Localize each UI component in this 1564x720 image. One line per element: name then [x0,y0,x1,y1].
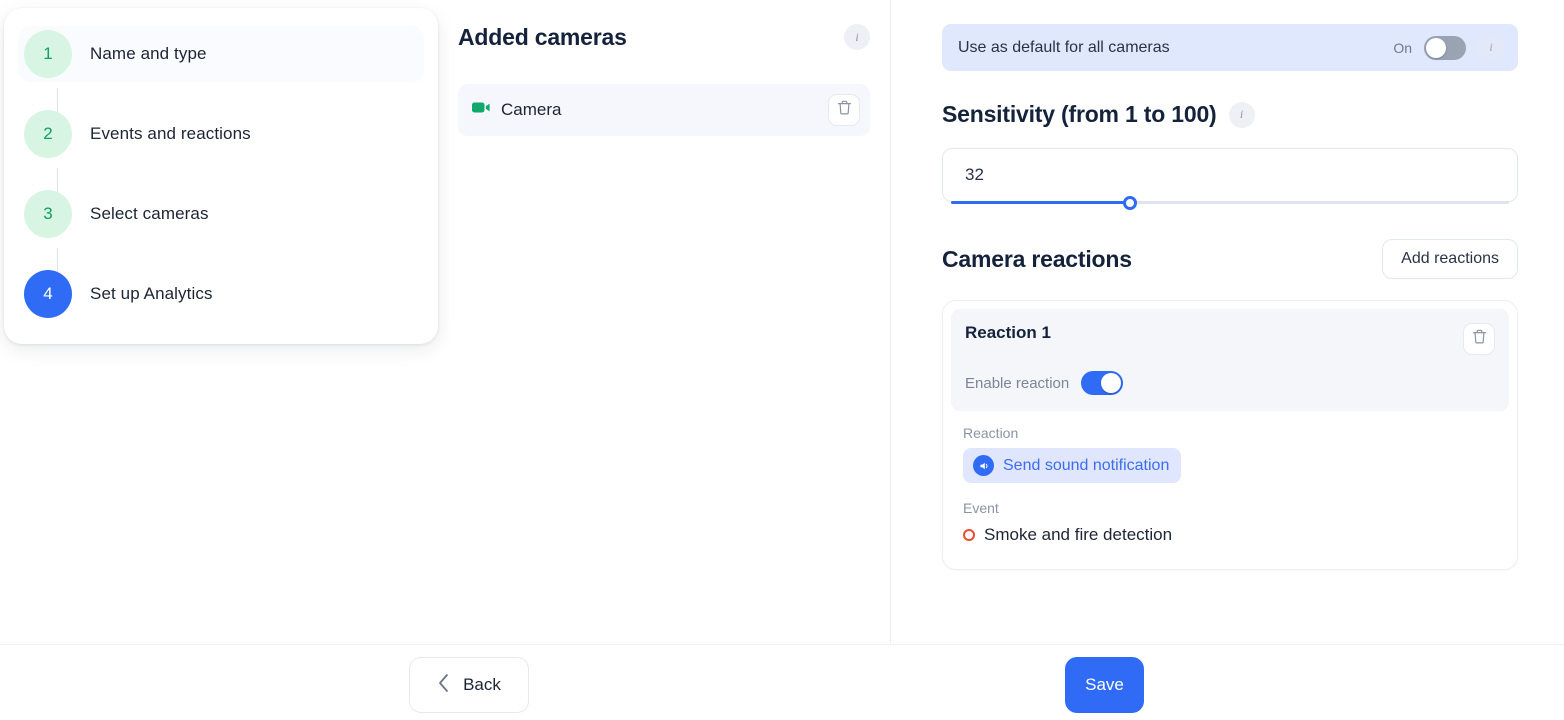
chevron-left-icon [437,673,450,698]
sensitivity-header: Sensitivity (from 1 to 100) i [942,101,1518,128]
stepper-item-name-and-type[interactable]: 1 Name and type [18,26,424,82]
added-cameras-panel: Added cameras i Camera [458,0,890,644]
analytics-settings-panel: Use as default for all cameras On i Sens… [942,0,1518,644]
step-label-3: Select cameras [90,204,209,224]
use-as-default-banner: Use as default for all cameras On i [942,24,1518,71]
step-badge-4: 4 [24,270,72,318]
use-as-default-controls: On i [1393,35,1504,61]
camera-item-name: Camera [501,100,561,120]
back-button-label: Back [463,675,501,695]
wizard-footer: Back Save [0,644,1564,720]
toggle-knob [1426,38,1446,58]
sensitivity-input-wrapper[interactable]: 32 [942,148,1518,202]
info-icon-use-as-default[interactable]: i [1478,35,1504,61]
use-as-default-label: Use as default for all cameras [958,39,1170,57]
step-badge-3: 3 [24,190,72,238]
step-label-1: Name and type [90,44,207,64]
save-button[interactable]: Save [1065,657,1144,713]
reaction-card: Reaction 1 Enable r [942,300,1518,570]
enable-reaction-label: Enable reaction [965,375,1069,392]
trash-icon [837,100,852,121]
speaker-icon [973,455,994,476]
delete-camera-button[interactable] [828,94,860,126]
event-status-circle-icon [963,529,975,541]
camera-list-item[interactable]: Camera [458,84,870,136]
sensitivity-slider-thumb[interactable] [1123,196,1137,210]
stepper-item-set-up-analytics[interactable]: 4 Set up Analytics [18,266,424,322]
event-name: Smoke and fire detection [984,525,1172,545]
added-cameras-header: Added cameras i [458,20,870,54]
added-cameras-title: Added cameras [458,24,627,51]
enable-reaction-toggle[interactable] [1081,371,1123,395]
event-field-label: Event [963,500,1497,516]
sensitivity-slider-fill [951,201,1130,204]
step-connector-3-4 [57,248,58,272]
trash-icon [1472,329,1487,350]
sensitivity-input-value: 32 [965,165,984,185]
step-label-2: Events and reactions [90,124,251,144]
reaction-chip-send-sound-notification[interactable]: Send sound notification [963,448,1181,483]
stepper-card: 1 Name and type 2 Events and reactions 3… [4,8,438,344]
event-row[interactable]: Smoke and fire detection [963,525,1497,545]
sensitivity-title: Sensitivity (from 1 to 100) [942,101,1217,128]
wizard-stepper: 1 Name and type 2 Events and reactions 3… [4,8,438,344]
panel-divider [890,0,891,643]
reaction-card-body: Reaction Send sound notification Event [951,411,1509,561]
delete-reaction-button[interactable] [1463,323,1495,355]
stepper-item-select-cameras[interactable]: 3 Select cameras [18,186,424,242]
camera-reactions-header: Camera reactions Add reactions [942,239,1518,279]
add-reactions-button[interactable]: Add reactions [1382,239,1518,279]
wizard-content: 1 Name and type 2 Events and reactions 3… [0,0,1564,644]
step-connector-1-2 [57,88,58,112]
enable-reaction-row: Enable reaction [965,371,1495,395]
use-as-default-state-label: On [1393,40,1412,56]
camera-reactions-title: Camera reactions [942,246,1132,273]
analytics-setup-wizard: 1 Name and type 2 Events and reactions 3… [0,0,1564,720]
reaction-chip-label: Send sound notification [1003,457,1169,475]
step-connector-2-3 [57,168,58,192]
step-badge-1: 1 [24,30,72,78]
camera-item-left: Camera [472,100,561,120]
info-icon-added-cameras[interactable]: i [844,24,870,50]
toggle-knob [1101,373,1121,393]
reaction-name: Reaction 1 [965,323,1051,343]
step-badge-2: 2 [24,110,72,158]
use-as-default-toggle[interactable] [1424,36,1466,60]
stepper-item-events-and-reactions[interactable]: 2 Events and reactions [18,106,424,162]
back-button[interactable]: Back [409,657,529,713]
reaction-card-header: Reaction 1 Enable r [951,309,1509,411]
info-icon-sensitivity[interactable]: i [1229,102,1255,128]
sensitivity-slider-track[interactable] [951,201,1509,204]
reaction-card-header-top: Reaction 1 [965,323,1495,355]
reaction-field-label: Reaction [963,425,1497,441]
step-label-4: Set up Analytics [90,284,213,304]
video-camera-icon [472,101,491,119]
